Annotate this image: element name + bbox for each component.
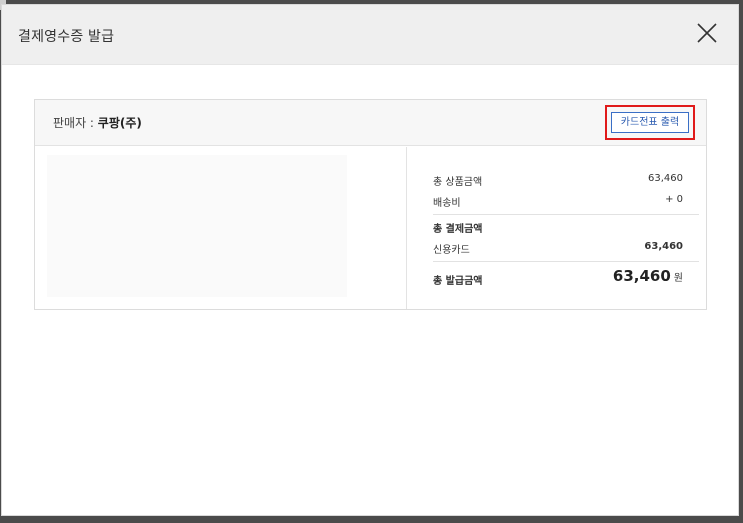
currency-unit: 원 — [673, 273, 683, 284]
payment-total-label: 총 결제금액 — [433, 224, 483, 235]
shipping-row: 배송비 + 0 — [433, 194, 683, 210]
shipping-label: 배송비 — [433, 198, 461, 209]
product-area — [47, 155, 347, 297]
amount-summary: 총 상품금액 63,460 배송비 + 0 총 결제금액 신용카드 63,460 — [408, 147, 706, 309]
shipping-value: + 0 — [665, 194, 683, 205]
product-total-row: 총 상품금액 63,460 — [433, 173, 683, 189]
issue-total-label: 총 발급금액 — [433, 276, 483, 287]
seller-name: 쿠팡(주) — [97, 116, 142, 130]
receipt-card: 판매자 : 쿠팡(주) 카드전표 출력 총 상품금액 63,460 배송비 + … — [34, 99, 707, 310]
product-total-label: 총 상품금액 — [433, 177, 483, 188]
highlight-box: 카드전표 출력 — [605, 105, 695, 140]
card-header: 판매자 : 쿠팡(주) 카드전표 출력 — [35, 100, 706, 146]
modal-title: 결제영수증 발급 — [18, 29, 115, 45]
credit-card-label: 신용카드 — [433, 245, 470, 256]
seller-label: 판매자 : — [53, 116, 98, 130]
product-total-value: 63,460 — [648, 173, 683, 184]
payment-total-row: 총 결제금액 — [433, 220, 683, 236]
total-divider — [433, 261, 699, 262]
seller-info: 판매자 : 쿠팡(주) — [53, 114, 142, 131]
close-icon — [697, 23, 717, 43]
print-card-slip-button[interactable]: 카드전표 출력 — [611, 112, 689, 133]
issue-total-value: 63,460 — [612, 267, 671, 285]
modal-header: 결제영수증 발급 — [2, 5, 738, 65]
issue-total-amount: 63,460 원 — [613, 267, 683, 285]
card-body: 총 상품금액 63,460 배송비 + 0 총 결제금액 신용카드 63,460 — [35, 147, 706, 309]
product-pane — [35, 147, 407, 309]
summary-divider — [433, 214, 699, 215]
close-button[interactable] — [696, 22, 718, 44]
credit-card-value: 63,460 — [644, 241, 683, 252]
receipt-modal: 결제영수증 발급 판매자 : 쿠팡(주) 카드전표 출력 총 상품금액 63,4… — [1, 4, 739, 516]
credit-card-row: 신용카드 63,460 — [433, 241, 683, 257]
issue-total-row: 총 발급금액 63,460 원 — [433, 267, 683, 289]
